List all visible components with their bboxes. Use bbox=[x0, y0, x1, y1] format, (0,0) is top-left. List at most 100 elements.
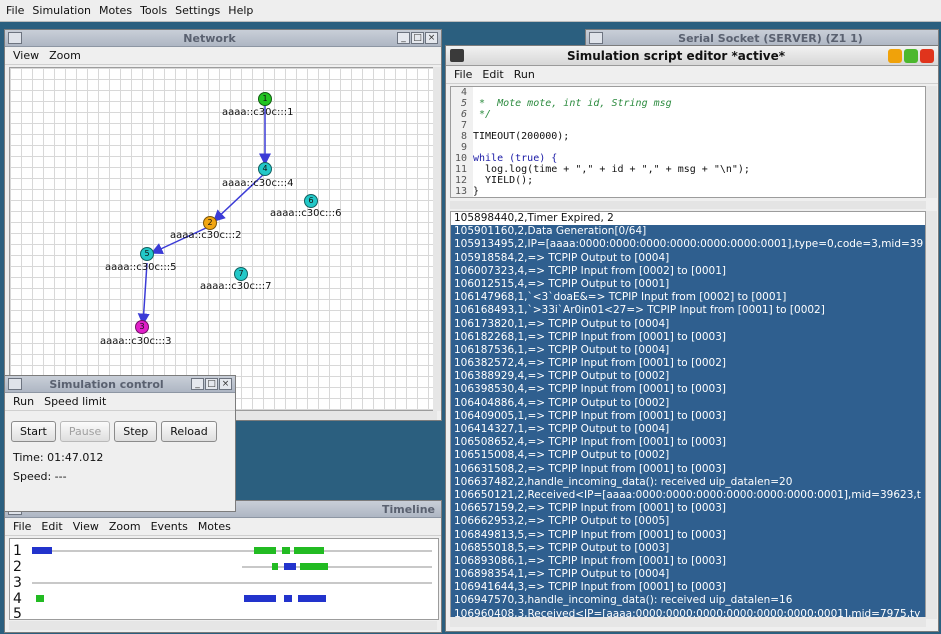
log-line[interactable]: 106382572,4,=> TCPIP Input from [0001] t… bbox=[451, 357, 925, 371]
log-line[interactable]: 106650121,2,Received<IP=[aaaa:0000:0000:… bbox=[451, 488, 925, 503]
editor-system-menu-icon[interactable] bbox=[450, 49, 464, 62]
code-line: 8 TIMEOUT(200000); bbox=[451, 131, 925, 142]
log-line[interactable]: 106947570,3,handle_incoming_data(): rece… bbox=[451, 594, 925, 608]
log-line[interactable]: 105898440,2,Timer Expired, 2 bbox=[451, 212, 925, 225]
maximize-icon[interactable]: □ bbox=[411, 32, 424, 44]
editor-menu-file[interactable]: File bbox=[454, 68, 472, 81]
simctl-system-menu-icon[interactable] bbox=[8, 378, 22, 390]
network-menu-zoom[interactable]: Zoom bbox=[49, 49, 81, 62]
mote-label: aaaa::c30c:::2 bbox=[170, 230, 242, 241]
timeline-horizontal-scrollbar[interactable] bbox=[9, 621, 437, 630]
log-line[interactable]: 106508652,4,=> TCPIP Input from [0001] t… bbox=[451, 436, 925, 450]
minimize-icon[interactable]: _ bbox=[191, 378, 204, 390]
menu-motes[interactable]: Motes bbox=[99, 4, 132, 17]
pause-button[interactable]: Pause bbox=[59, 421, 111, 442]
menu-file[interactable]: File bbox=[6, 4, 24, 17]
log-line[interactable]: 106404886,4,=> TCPIP Output to [0002] bbox=[451, 396, 925, 410]
network-vertical-scrollbar[interactable] bbox=[433, 67, 441, 411]
log-line[interactable]: 106855018,5,=> TCPIP Output to [0003] bbox=[451, 541, 925, 555]
log-line[interactable]: 106409005,1,=> TCPIP Input from [0001] t… bbox=[451, 409, 925, 423]
log-line[interactable]: 105901160,2,Data Generation[0/64] bbox=[451, 225, 925, 239]
log-line[interactable]: 105918584,2,=> TCPIP Output to [0004] bbox=[451, 251, 925, 265]
serial-title: Serial Socket (SERVER) (Z1 1) bbox=[678, 31, 863, 45]
timeline-menu-view[interactable]: View bbox=[73, 520, 99, 533]
script-code-area[interactable]: 4 5 * Mote mote, int id, String msg 6 */… bbox=[450, 86, 926, 198]
simctl-menu-speed-limit[interactable]: Speed limit bbox=[44, 395, 106, 408]
log-line[interactable]: 106631508,2,=> TCPIP Input from [0001] t… bbox=[451, 462, 925, 476]
editor-titlebar[interactable]: Simulation script editor *active* bbox=[446, 46, 938, 66]
network-window[interactable]: Network _ □ × View Zoom 1 aaaa::c30c:::1… bbox=[4, 29, 442, 421]
mote-node[interactable]: 4 bbox=[258, 162, 272, 176]
mote-id: 1 bbox=[262, 94, 268, 103]
editor-menu-run[interactable]: Run bbox=[514, 68, 535, 81]
mote-node[interactable]: 6 bbox=[304, 194, 318, 208]
simulation-control-window[interactable]: Simulation control _ □ × Run Speed limit… bbox=[4, 375, 236, 512]
script-log-output[interactable]: 105898440,2,Timer Expired, 2 105901160,2,… bbox=[450, 211, 926, 619]
log-line[interactable]: 106662953,2,=> TCPIP Output to [0005] bbox=[451, 515, 925, 529]
timeline-mote-label: 2 bbox=[13, 559, 22, 575]
mote-node[interactable]: 7 bbox=[234, 267, 248, 281]
script-editor-window[interactable]: Simulation script editor *active* File E… bbox=[445, 45, 939, 632]
log-line[interactable]: 106187536,1,=> TCPIP Output to [0004] bbox=[451, 343, 925, 358]
log-line[interactable]: 106515008,4,=> TCPIP Output to [0002] bbox=[451, 449, 925, 463]
timeline-menu-file[interactable]: File bbox=[13, 520, 31, 533]
menu-simulation[interactable]: Simulation bbox=[32, 4, 91, 17]
log-line[interactable]: 106849813,5,=> TCPIP Input from [0001] t… bbox=[451, 528, 925, 542]
split-pane-divider[interactable] bbox=[450, 201, 926, 209]
simctl-menu-run[interactable]: Run bbox=[13, 395, 34, 408]
timeline-row bbox=[32, 545, 432, 557]
log-line[interactable]: 106168493,1,`>33i`Ar0in01<27=> TCPIP Inp… bbox=[451, 304, 925, 318]
minimize-icon[interactable]: _ bbox=[397, 32, 410, 44]
menu-tools[interactable]: Tools bbox=[140, 4, 167, 17]
network-titlebar[interactable]: Network _ □ × bbox=[5, 30, 441, 47]
mote-id: 6 bbox=[308, 196, 314, 205]
code-line: 5 * Mote mote, int id, String msg bbox=[451, 98, 925, 109]
log-line[interactable]: 106388929,4,=> TCPIP Output to [0002] bbox=[451, 370, 925, 384]
maximize-icon[interactable]: □ bbox=[205, 378, 218, 390]
log-line[interactable]: 106147968,1,`<3`doaE&=> TCPIP Input from… bbox=[451, 291, 925, 305]
simctl-button-row: Start Pause Step Reload bbox=[5, 411, 235, 448]
log-line[interactable]: 106637482,2,handle_incoming_data(): rece… bbox=[451, 475, 925, 489]
timeline-menu-events[interactable]: Events bbox=[151, 520, 188, 533]
network-system-menu-icon[interactable] bbox=[8, 32, 22, 44]
mote-node[interactable]: 1 bbox=[258, 92, 272, 106]
code-vertical-scrollbar[interactable] bbox=[926, 86, 937, 198]
log-line[interactable]: 106893086,1,=> TCPIP Input from [0001] t… bbox=[451, 554, 925, 569]
log-line[interactable]: 106398530,4,=> TCPIP Input from [0001] t… bbox=[451, 383, 925, 397]
reload-button[interactable]: Reload bbox=[161, 421, 217, 442]
timeline-mote-label: 1 bbox=[13, 543, 22, 559]
step-button[interactable]: Step bbox=[114, 421, 158, 442]
log-line[interactable]: 106182268,1,=> TCPIP Input from [0001] t… bbox=[451, 330, 925, 344]
simctl-titlebar[interactable]: Simulation control _ □ × bbox=[5, 376, 235, 393]
start-button[interactable]: Start bbox=[11, 421, 56, 442]
log-horizontal-scrollbar[interactable] bbox=[450, 617, 926, 627]
mote-node[interactable]: 5 bbox=[140, 247, 154, 261]
menu-settings[interactable]: Settings bbox=[175, 4, 220, 17]
timeline-menu-zoom[interactable]: Zoom bbox=[109, 520, 141, 533]
log-line[interactable]: 106012515,4,=> TCPIP Output to [0001] bbox=[451, 277, 925, 292]
maximize-icon[interactable] bbox=[904, 48, 918, 63]
log-line[interactable]: 105913495,2,IP=[aaaa:0000:0000:0000:0000… bbox=[451, 238, 925, 252]
log-line[interactable]: 106941644,3,=> TCPIP Input from [0001] t… bbox=[451, 581, 925, 595]
timeline-area[interactable]: 1 2 3 4 5 bbox=[9, 538, 439, 620]
network-canvas[interactable]: 1 aaaa::c30c:::1 4 aaaa::c30c:::4 6 aaaa… bbox=[9, 67, 437, 411]
menu-help[interactable]: Help bbox=[228, 4, 253, 17]
log-line[interactable]: 106898354,1,=> TCPIP Output to [0004] bbox=[451, 568, 925, 582]
network-menu-view[interactable]: View bbox=[13, 49, 39, 62]
mote-node[interactable]: 2 bbox=[203, 216, 217, 230]
editor-menu-edit[interactable]: Edit bbox=[482, 68, 503, 81]
log-line[interactable]: 106414327,1,=> TCPIP Output to [0004] bbox=[451, 423, 925, 437]
timeline-menu-edit[interactable]: Edit bbox=[41, 520, 62, 533]
timeline-menu-motes[interactable]: Motes bbox=[198, 520, 231, 533]
close-icon[interactable]: × bbox=[219, 378, 232, 390]
log-line[interactable]: 106657159,2,=> TCPIP Input from [0001] t… bbox=[451, 502, 925, 516]
log-line[interactable]: 106007323,4,=> TCPIP Input from [0002] t… bbox=[451, 264, 925, 278]
serial-system-menu-icon[interactable] bbox=[589, 32, 603, 44]
minimize-icon[interactable] bbox=[888, 48, 902, 63]
log-vertical-scrollbar[interactable] bbox=[926, 211, 937, 619]
close-icon[interactable]: × bbox=[425, 32, 438, 44]
close-icon[interactable] bbox=[920, 48, 934, 63]
log-line[interactable]: 106173820,1,=> TCPIP Output to [0004] bbox=[451, 317, 925, 331]
mote-node[interactable]: 3 bbox=[135, 320, 149, 334]
timeline-window[interactable]: Timeline File Edit View Zoom Events Mote… bbox=[4, 500, 442, 633]
